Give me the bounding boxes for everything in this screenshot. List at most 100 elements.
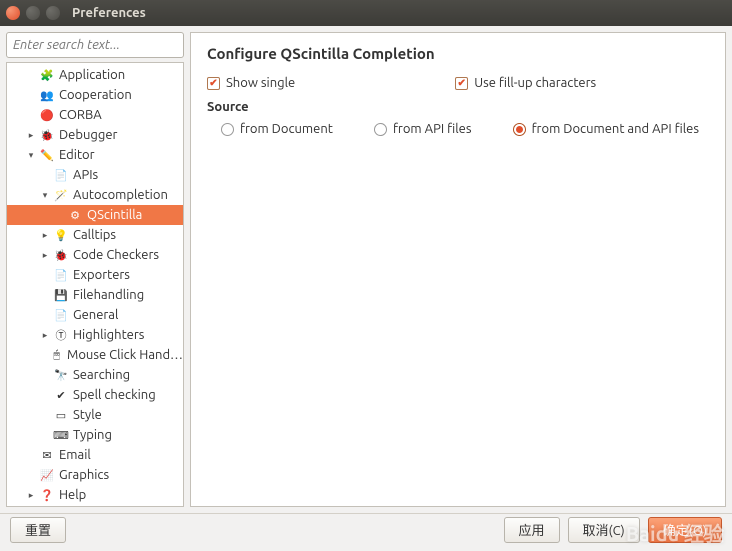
tree-item-editor[interactable]: ▾✏️ Editor	[7, 145, 183, 165]
tree-item-label: General	[73, 308, 118, 322]
tree-item-corba[interactable]: 🔴 CORBA	[7, 105, 183, 125]
tree-icon: ✏️	[39, 147, 55, 163]
expander-icon[interactable]: ▸	[25, 490, 37, 501]
tree-item-label: QScintilla	[87, 208, 142, 222]
tree-icon: ⌨	[53, 427, 69, 443]
source-document-label: from Document	[240, 122, 333, 136]
apply-button[interactable]: 应用	[504, 517, 560, 543]
tree-item-label: Help	[59, 488, 86, 502]
titlebar: Preferences	[0, 0, 732, 26]
source-api-label: from API files	[393, 122, 472, 136]
tree-icon: 🪄	[53, 187, 69, 203]
tree-icon: ✉	[39, 447, 55, 463]
tree-item-label: Application	[59, 68, 125, 82]
tree-item-label: Code Checkers	[73, 248, 159, 262]
tree-item-label: Graphics	[59, 468, 109, 482]
preferences-tree[interactable]: 🧩Application👥Cooperation🔴CORBA▸🐞Debugger…	[6, 62, 184, 507]
tree-item-label: Email	[59, 448, 91, 462]
cancel-button[interactable]: 取消(C)	[568, 517, 640, 543]
expander-icon[interactable]: ▸	[39, 330, 51, 341]
tree-item-cooperation[interactable]: 👥 Cooperation	[7, 85, 183, 105]
source-heading: Source	[207, 100, 709, 114]
tree-item-label: APIs	[73, 168, 98, 182]
show-single-label: Show single	[226, 76, 295, 90]
tree-item-code-checkers[interactable]: ▸🐞 Code Checkers	[7, 245, 183, 265]
tree-item-label: Spell checking	[73, 388, 156, 402]
tree-icon: 🖱	[50, 347, 63, 363]
minimize-icon[interactable]	[26, 6, 40, 20]
tree-icon: ⚙	[67, 207, 83, 223]
tree-item-label: CORBA	[59, 108, 102, 122]
expander-icon[interactable]: ▸	[25, 130, 37, 141]
fillup-checkbox[interactable]: ✔ Use fill-up characters	[455, 76, 596, 90]
source-document-radio[interactable]: from Document	[221, 122, 333, 136]
close-icon[interactable]	[6, 6, 20, 20]
maximize-icon[interactable]	[46, 6, 60, 20]
tree-item-label: Calltips	[73, 228, 116, 242]
tree-item-highlighters[interactable]: ▸ⓉHighlighters	[7, 325, 183, 345]
tree-item-mouse-click-hand-[interactable]: 🖱 Mouse Click Hand…	[7, 345, 183, 365]
tree-item-typing[interactable]: ⌨ Typing	[7, 425, 183, 445]
tree-icon: 🐞	[39, 127, 55, 143]
tree-item-label: Typing	[73, 428, 112, 442]
tree-icon: ✔	[53, 387, 69, 403]
source-both-label: from Document and API files	[532, 122, 699, 136]
tree-item-autocompletion[interactable]: ▾🪄 Autocompletion	[7, 185, 183, 205]
page-title: Configure QScintilla Completion	[207, 45, 709, 62]
expander-icon[interactable]: ▸	[39, 230, 51, 241]
reset-button[interactable]: 重置	[10, 517, 66, 543]
tree-icon: ▭	[53, 407, 69, 423]
tree-item-label: Editor	[59, 148, 95, 162]
tree-item-label: Cooperation	[59, 88, 132, 102]
tree-icon: ❓	[39, 487, 55, 503]
tree-item-email[interactable]: ✉ Email	[7, 445, 183, 465]
tree-item-label: Filehandling	[73, 288, 144, 302]
expander-icon[interactable]: ▸	[39, 250, 51, 261]
tree-item-label: Highlighters	[73, 328, 144, 342]
tree-item-label: Mouse Click Hand…	[67, 348, 183, 362]
tree-item-application[interactable]: 🧩 Application	[7, 65, 183, 85]
tree-icon: 📄	[53, 267, 69, 283]
tree-item-searching[interactable]: 🔭 Searching	[7, 365, 183, 385]
tree-item-spell-checking[interactable]: ✔ Spell checking	[7, 385, 183, 405]
tree-item-apis[interactable]: 📄 APIs	[7, 165, 183, 185]
tree-icon: 👥	[39, 87, 55, 103]
expander-icon[interactable]: ▾	[25, 150, 37, 161]
checkbox-icon: ✔	[455, 77, 468, 90]
tree-item-qscintilla[interactable]: ⚙ QScintilla	[7, 205, 183, 225]
tree-item-filehandling[interactable]: 💾Filehandling	[7, 285, 183, 305]
search-input[interactable]	[6, 32, 184, 58]
expander-icon[interactable]: ▾	[39, 190, 51, 201]
tree-item-label: Debugger	[59, 128, 117, 142]
footer: 重置 应用 取消(C) 确定(O)	[0, 513, 732, 545]
tree-icon: 🔭	[53, 367, 69, 383]
window-title: Preferences	[72, 6, 146, 20]
tree-icon: 📄	[53, 167, 69, 183]
tree-item-graphics[interactable]: 📈 Graphics	[7, 465, 183, 485]
tree-item-label: Searching	[73, 368, 130, 382]
tree-item-label: Exporters	[73, 268, 130, 282]
show-single-checkbox[interactable]: ✔ Show single	[207, 76, 295, 90]
tree-item-exporters[interactable]: 📄 Exporters	[7, 265, 183, 285]
tree-icon: 🔴	[39, 107, 55, 123]
radio-icon	[374, 123, 387, 136]
tree-item-calltips[interactable]: ▸💡 Calltips	[7, 225, 183, 245]
source-both-radio[interactable]: from Document and API files	[513, 122, 699, 136]
radio-icon	[221, 123, 234, 136]
tree-icon: 💡	[53, 227, 69, 243]
tree-item-help[interactable]: ▸❓ Help	[7, 485, 183, 505]
checkbox-icon: ✔	[207, 77, 220, 90]
tree-icon: 🧩	[39, 67, 55, 83]
tree-item-style[interactable]: ▭Style	[7, 405, 183, 425]
tree-item-label: Autocompletion	[73, 188, 168, 202]
tree-item-general[interactable]: 📄General	[7, 305, 183, 325]
tree-item-icons[interactable]: 🎨Icons	[7, 505, 183, 507]
tree-item-debugger[interactable]: ▸🐞 Debugger	[7, 125, 183, 145]
source-api-radio[interactable]: from API files	[374, 122, 472, 136]
tree-icon: 🐞	[53, 247, 69, 263]
tree-icon: 📈	[39, 467, 55, 483]
ok-button[interactable]: 确定(O)	[648, 517, 722, 543]
fillup-label: Use fill-up characters	[474, 76, 596, 90]
radio-icon	[513, 123, 526, 136]
main-panel: Configure QScintilla Completion ✔ Show s…	[190, 32, 726, 507]
